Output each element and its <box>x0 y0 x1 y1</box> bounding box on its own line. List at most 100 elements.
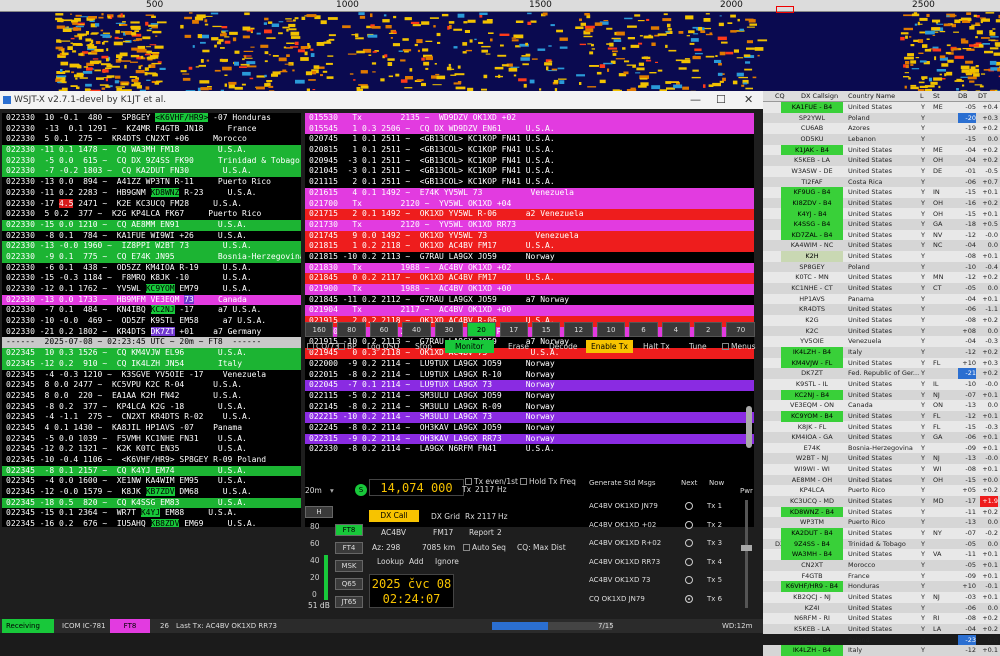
power-slider-handle[interactable] <box>741 545 752 551</box>
tx-now-button[interactable]: Tx 5 <box>707 574 722 586</box>
dx-grid-input[interactable]: FM17 <box>433 528 453 537</box>
rx-row[interactable]: 022045 -7 0.1 2114 ~ LU9TUX LA9GX 73 Nor… <box>305 380 754 391</box>
mode-ft4-button[interactable]: FT4 <box>335 542 363 554</box>
waterfall-display[interactable]: 500 1000 1500 2000 2500 <box>0 0 1000 91</box>
rx-row[interactable]: 021715 2 0.1 1492 ~ OK1XD YV5WL R-06 a2 … <box>305 209 754 220</box>
tx-message[interactable]: AC4BV OK1XD 73 <box>589 574 650 586</box>
power-slider[interactable] <box>745 500 748 608</box>
decode-row[interactable]: 022345 10 0.3 1526 ~ CQ KM4VJW EL96 U.S.… <box>2 348 301 359</box>
table-row[interactable]: TI2FAFCosta RicaY-06+0.7 <box>763 177 1000 188</box>
col-st[interactable]: St <box>933 91 940 102</box>
enable-tx-button[interactable]: Enable Tx <box>586 340 633 353</box>
table-row[interactable]: KC2NJ - B4United StatesYNJ-07+0.1 <box>763 390 1000 401</box>
table-row[interactable]: K0TC - MNUnited StatesYMN-12+0.2 <box>763 272 1000 283</box>
decode-row[interactable]: 022345 -12 0.2 910 ~ CQ IK4LZH JN54 Ital… <box>2 359 301 370</box>
table-row[interactable]: KR4DTSUnited StatesY-06-1.1 <box>763 304 1000 315</box>
cq-select[interactable]: CQ: Max Dist <box>517 543 566 552</box>
lookup-button[interactable]: Lookup <box>377 557 404 566</box>
table-row[interactable]: DX9Z4SS - B4Trinidad & TobagoY-050.0 <box>763 539 1000 550</box>
decode-row[interactable]: 022345 -12 0.2 1321 ~ K2K K0TC EN35 U.S.… <box>2 444 301 455</box>
decode-row[interactable]: 022345 -8 0.2 377 ~ KP4LCA K2G -18 U.S.A… <box>2 402 301 413</box>
decode-row[interactable]: 022330 -21 0.2 1802 ~ KR4DTS DK7ZT +01 a… <box>2 327 301 338</box>
erase-button[interactable]: Erase <box>508 340 529 353</box>
tx-message[interactable]: AC4BV OK1XD R+02 <box>589 537 661 549</box>
decode-row[interactable]: 022345 -4 -1.1 275 ~ CN2XT KR4DTS R-02 U… <box>2 412 301 423</box>
log-qso-button[interactable]: Log QSO <box>367 340 399 353</box>
table-row[interactable]: K2CUnited StatesY+080.0 <box>763 326 1000 337</box>
rx-row[interactable]: 015530 Tx 2135 ~ WD9DZV OK1XD +02 <box>305 113 754 124</box>
rx-row[interactable]: 020745 1 0.1 2511 ~ <GB13COL> KC1KOP FN4… <box>305 134 754 145</box>
band-button[interactable]: 6 <box>629 322 657 337</box>
col-l[interactable]: L <box>920 91 924 102</box>
decode-row[interactable]: 022345 -12 -0.0 1579 ~ K8JK KB7ZDV DM68 … <box>2 487 301 498</box>
table-row[interactable]: K6VHF/HR9 - B4HondurasY+10-0.1 <box>763 581 1000 592</box>
table-row[interactable]: YV5OIEVenezuelaY-04-0.3 <box>763 336 1000 347</box>
band-button[interactable]: 160 <box>305 322 333 337</box>
table-row[interactable]: AE8MM - OHUnited StatesYOH-15+0.0 <box>763 475 1000 486</box>
rx-row[interactable]: 021615 4 0.1 1492 ~ E74K YV5WL 73 Venezu… <box>305 188 754 199</box>
band-activity-pane[interactable]: 022330 10 -0.1 480 ~ SP8GEY <K6VHF/HR9> … <box>2 113 301 527</box>
decode-row[interactable]: 022330 -8 0.1 784 ~ KA1FUE WI9WI +26 U.S… <box>2 231 301 242</box>
rx-row[interactable]: 022330 -8 0.2 2114 ~ LA9GX N6RFM FN41 U.… <box>305 444 754 455</box>
band-button[interactable]: 80 <box>337 322 365 337</box>
table-row[interactable]: CN2XTMoroccoY-05+0.1 <box>763 560 1000 571</box>
table-row[interactable]: K4YJ - B4United StatesYOH-15+0.1 <box>763 209 1000 220</box>
tx-now-button[interactable]: Tx 6 <box>707 593 722 605</box>
next-radio[interactable] <box>685 539 693 547</box>
table-row[interactable]: DK7ZTFed. Republic of Ger...Y-21+0.2 <box>763 368 1000 379</box>
rx-row[interactable]: 020815 1 0.1 2511 ~ <GB13COL> KC1KOP FN4… <box>305 145 754 156</box>
cq73-checkbox[interactable]: CQ/73 <box>307 340 339 353</box>
band-button[interactable]: 10 <box>597 322 625 337</box>
rx-row[interactable]: 021115 2 0.1 2511 ~ <GB13COL> KC1KOP FN4… <box>305 177 754 188</box>
band-button[interactable]: 20 <box>467 322 495 337</box>
table-row[interactable]: W2BT - NJUnited StatesYNJ-13-0.0 <box>763 453 1000 464</box>
dx-call-input[interactable]: AC4BV <box>381 528 406 537</box>
decode-row[interactable]: 022345 -16 0.2 676 ~ IU5AHQ KB8ZDV EM69 … <box>2 519 301 527</box>
rx-row[interactable]: 021745 9 0.0 1492 ~ OK1XD YV5WL 73 Venez… <box>305 231 754 242</box>
table-row[interactable]: WP3TMPuerto RicoY-130.0 <box>763 517 1000 528</box>
hold-tx-checkbox[interactable]: Hold Tx Freq <box>520 477 576 486</box>
decode-row[interactable]: 022345 -10 -0.4 1106 ~ <K6VHF/HR9> SP8GE… <box>2 455 301 466</box>
table-row[interactable]: KP4LCAPuerto RicoY+05+0.2 <box>763 485 1000 496</box>
rx-row[interactable]: 021845 0 0.2 2117 ~ OK1XD AC4BV FM17 U.S… <box>305 273 754 284</box>
table-row[interactable]: K2HUnited StatesY-08+0.1 <box>763 251 1000 262</box>
generate-std-msgs-button[interactable]: Generate Std Msgs <box>589 479 656 487</box>
table-row[interactable]: E74KBosnia-HerzegovinaY-09+0.1 <box>763 443 1000 454</box>
band-button[interactable]: 17 <box>500 322 528 337</box>
table-row[interactable]: KZ4IUnited StatesY-060.0 <box>763 603 1000 614</box>
table-row[interactable]: K4SSG - B4United StatesYGA-18+0.5 <box>763 219 1000 230</box>
decode-row[interactable]: 022330 -6 0.1 438 ~ OD5ZZ KM4IOA R-19 U.… <box>2 263 301 274</box>
band-select[interactable]: 20m <box>305 486 322 495</box>
rx-row[interactable]: 021900 Tx 1988 ~ AC4BV OK1XD +00 <box>305 284 754 295</box>
mode-h-button[interactable]: H <box>305 506 333 518</box>
table-row[interactable]: W3ASW - DEUnited StatesYDE-01-0.5 <box>763 166 1000 177</box>
decode-row[interactable]: ------ 2025-07-08 ~ 02:23:45 UTC ~ 20m ~… <box>2 337 301 348</box>
table-row[interactable]: KB2QCJ - NJUnited StatesYNJ-03+0.1 <box>763 592 1000 603</box>
decode-row[interactable]: 022330 -11 0.2 2283 ~ HB9GNM KD8WNZ R-23… <box>2 188 301 199</box>
decode-row[interactable]: 022330 -5 0.0 615 ~ CQ DX 9Z4SS FK90 Tri… <box>2 156 301 167</box>
band-button[interactable]: 60 <box>370 322 398 337</box>
col-country[interactable]: Country Name <box>848 91 895 102</box>
rx-row[interactable]: 022215 -10 0.2 2114 ~ SM3ULU LA9GX 73 No… <box>305 412 754 423</box>
table-row[interactable]: WA3MH - B4United StatesYVA-11+0.1 <box>763 549 1000 560</box>
rx-row[interactable]: 021845 -11 0.2 2112 ~ G7RAU LA9GX JO59 a… <box>305 295 754 306</box>
table-row[interactable]: KI8ZDV - B4United StatesYOH-16+0.2 <box>763 198 1000 209</box>
rx-row[interactable]: 021815 1 0.2 2118 ~ OK1XD AC4BV FM17 U.S… <box>305 241 754 252</box>
tx-now-button[interactable]: Tx 4 <box>707 556 722 568</box>
table-row[interactable]: SP2YWLPolandY-20+0.3 <box>763 113 1000 124</box>
decode-row[interactable]: 022345 8 0.0 220 ~ EA1AA K2H FN42 U.S.A. <box>2 391 301 402</box>
tune-button[interactable]: Tune <box>689 340 707 353</box>
decode-row[interactable]: 022330 -13 0.0 1733 ~ HB9MFM VE3EQM 73 C… <box>2 295 301 306</box>
table-row[interactable]: KA1FUE - B4United StatesYME-05+0.4 <box>763 102 1000 113</box>
dial-frequency[interactable]: 14,074 000 <box>369 479 464 496</box>
stop-button[interactable]: Stop <box>415 340 432 353</box>
tx-message[interactable]: AC4BV OK1XD JN79 <box>589 500 658 512</box>
mode-q65-button[interactable]: Q65 <box>335 578 363 590</box>
decode-row[interactable]: 022345 -5 0.0 1039 ~ F5VMH KC1NHE FN31 U… <box>2 434 301 445</box>
rx-freq-value[interactable]: 2117 <box>477 512 496 521</box>
decode-row[interactable]: 022330 -15 0.0 1210 ~ CQ AE8MM EN91 U.S.… <box>2 220 301 231</box>
tx-now-button[interactable]: Tx 1 <box>707 500 722 512</box>
table-row[interactable]: K2GUnited StatesY-08+0.2 <box>763 315 1000 326</box>
rx-row[interactable]: 022000 -9 0.2 2114 ~ LU9TUX LA9GX JO59 N… <box>305 359 754 370</box>
halt-tx-button[interactable]: Halt Tx <box>643 340 670 353</box>
